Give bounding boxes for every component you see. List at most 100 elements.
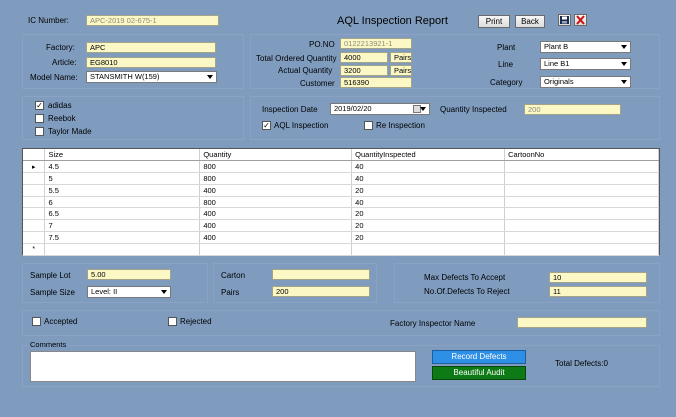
brand-checkbox-taylor-made[interactable] [35, 127, 44, 136]
print-button[interactable]: Print [478, 15, 510, 28]
table-cell[interactable] [351, 243, 506, 256]
table-cell[interactable]: 20 [351, 219, 506, 233]
brand-label-adidas: adidas [48, 101, 72, 110]
inspection-date-picker[interactable]: 2019/02/20 [330, 103, 430, 115]
grid-header-quantity[interactable]: Quantity [199, 149, 353, 162]
carton-label: Carton [221, 271, 246, 280]
total-qty-label: Total Ordered Quantity [256, 54, 337, 63]
sample-size-dropdown[interactable]: Level: II [87, 286, 171, 298]
table-cell[interactable]: 6 [44, 196, 201, 209]
brand-label-taylor-made: Taylor Made [48, 127, 92, 136]
table-cell[interactable]: 400 [199, 184, 353, 197]
table-cell[interactable]: 400 [199, 219, 353, 233]
re-inspection-checkbox[interactable] [364, 121, 373, 130]
table-cell[interactable]: 20 [351, 184, 506, 197]
category-dropdown[interactable]: Originals [540, 76, 631, 88]
rejected-checkbox[interactable] [168, 317, 177, 326]
table-cell[interactable] [504, 172, 659, 185]
table-cell[interactable]: 400 [199, 231, 353, 244]
back-button[interactable]: Back [515, 15, 545, 28]
sample-lot-field[interactable]: 5.00 [87, 269, 171, 280]
table-row[interactable]: 5.5 400 20 [23, 184, 659, 197]
table-cell[interactable]: 40 [351, 172, 506, 185]
table-cell[interactable] [504, 196, 659, 209]
table-cell[interactable] [44, 243, 201, 256]
grid-header-quantity-inspected[interactable]: QuantityInspected [351, 149, 506, 162]
pairs-field[interactable]: 200 [272, 286, 370, 297]
save-icon[interactable] [558, 14, 571, 26]
table-cell[interactable] [199, 243, 353, 256]
aql-inspection-checkbox[interactable]: ✓ [262, 121, 271, 130]
ic-number-field[interactable]: APC-2019 02-675-1 [86, 15, 219, 26]
table-cell[interactable]: 800 [199, 160, 353, 174]
sample-lot-label: Sample Lot [30, 271, 71, 280]
table-cell[interactable]: 5.5 [44, 184, 201, 197]
new-row[interactable]: * [23, 243, 659, 256]
table-cell[interactable]: 7 [44, 219, 201, 233]
article-field[interactable]: EG8010 [86, 57, 216, 68]
factory-field[interactable]: APC [86, 42, 216, 53]
po-field[interactable]: 0122213921-1 [340, 38, 412, 49]
total-defects-label: Total Defects:0 [555, 359, 608, 368]
table-cell[interactable] [504, 207, 659, 221]
table-cell[interactable]: 6.5 [44, 207, 201, 221]
floppy-icon [560, 16, 569, 24]
row-header [23, 219, 46, 233]
table-row[interactable]: 7.5 400 20 [23, 231, 659, 244]
brand-checkbox-reebok[interactable] [35, 114, 44, 123]
table-cell[interactable]: 800 [199, 196, 353, 209]
re-inspection-label: Re Inspection [376, 121, 425, 130]
reject-defects-field[interactable]: 11 [549, 286, 647, 297]
carton-field[interactable] [272, 269, 370, 280]
beautiful-audit-button[interactable]: Beautiful Audit [432, 366, 526, 380]
total-qty-field[interactable]: 4000 [340, 52, 388, 63]
table-cell[interactable] [504, 243, 659, 256]
ic-number-label: IC Number: [28, 16, 69, 25]
model-dropdown[interactable]: STANSMITH W(159) [86, 71, 217, 83]
sizes-grid[interactable]: Size Quantity QuantityInspected CartoonN… [22, 148, 660, 256]
max-defects-field[interactable]: 10 [549, 272, 647, 283]
table-row[interactable]: 7 400 20 [23, 219, 659, 233]
plant-value: Plant B [544, 42, 569, 51]
chevron-down-icon [621, 45, 627, 49]
grid-header-cartoon-no[interactable]: CartoonNo [504, 149, 659, 162]
brand-label-reebok: Reebok [48, 114, 76, 123]
category-label: Category [490, 78, 523, 87]
max-defects-label: Max Defects To Accept [424, 273, 506, 282]
table-cell[interactable]: 40 [351, 196, 506, 209]
table-row[interactable]: 6 800 40 [23, 196, 659, 209]
factory-label: Factory: [46, 43, 75, 52]
table-cell[interactable]: 7.5 [44, 231, 201, 244]
aql-inspection-label: AQL Inspection [274, 121, 329, 130]
actual-qty-label: Actual Quantity [278, 66, 333, 75]
table-row[interactable]: ▸ 4.5 800 40 [23, 160, 659, 174]
customer-label: Customer [300, 79, 335, 88]
table-cell[interactable]: 20 [351, 207, 506, 221]
inspector-name-field[interactable] [517, 317, 647, 328]
table-cell[interactable] [504, 184, 659, 197]
grid-header-size[interactable]: Size [44, 149, 201, 162]
table-cell[interactable]: 800 [199, 172, 353, 185]
comments-textarea[interactable] [30, 351, 416, 382]
qty-inspected-field[interactable]: 200 [524, 104, 621, 115]
customer-field[interactable]: 516390 [340, 77, 412, 88]
brand-checkbox-adidas[interactable]: ✓ [35, 101, 44, 110]
close-icon[interactable] [574, 14, 587, 26]
table-cell[interactable]: 5 [44, 172, 201, 185]
table-cell[interactable]: 20 [351, 231, 506, 244]
table-cell[interactable] [504, 219, 659, 233]
record-defects-button[interactable]: Record Defects [432, 350, 526, 364]
table-cell[interactable] [504, 231, 659, 244]
accepted-checkbox[interactable] [32, 317, 41, 326]
line-dropdown[interactable]: Line B1 [540, 58, 631, 70]
table-cell[interactable]: 400 [199, 207, 353, 221]
table-cell[interactable] [504, 160, 659, 174]
row-header [23, 231, 46, 244]
table-cell[interactable]: 4.5 [44, 160, 201, 174]
table-cell[interactable]: 40 [351, 160, 506, 174]
table-row[interactable]: 6.5 400 20 [23, 207, 659, 221]
table-row[interactable]: 5 800 40 [23, 172, 659, 185]
qty-inspected-label: Quantity Inspected [440, 105, 507, 114]
plant-dropdown[interactable]: Plant B [540, 41, 631, 53]
actual-qty-field[interactable]: 3200 [340, 65, 388, 76]
